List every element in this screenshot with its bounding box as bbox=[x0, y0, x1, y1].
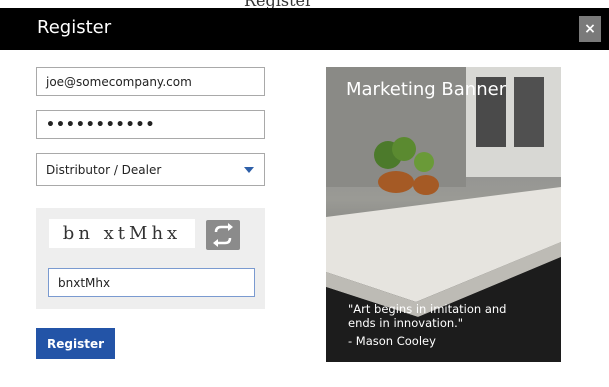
dialog-title: Register bbox=[37, 17, 112, 38]
chevron-down-icon bbox=[244, 167, 254, 173]
banner-quote: "Art begins in imitation and ends in inn… bbox=[348, 302, 507, 330]
banner-quote-author: - Mason Cooley bbox=[348, 334, 436, 348]
close-icon: × bbox=[584, 21, 596, 37]
email-value: joe@somecompany.com bbox=[46, 74, 192, 89]
captcha-panel: bn xtMhx bnxtMhx bbox=[36, 208, 265, 309]
register-button[interactable]: Register bbox=[36, 328, 115, 359]
captcha-input-value: bnxtMhx bbox=[58, 275, 111, 290]
close-button[interactable]: × bbox=[579, 16, 601, 42]
role-select[interactable]: Distributor / Dealer bbox=[36, 153, 265, 186]
role-selected-value: Distributor / Dealer bbox=[46, 162, 162, 177]
password-value: ••••••••••• bbox=[46, 116, 156, 133]
register-button-label: Register bbox=[46, 336, 105, 351]
captcha-refresh-button[interactable] bbox=[206, 220, 240, 250]
email-field[interactable]: joe@somecompany.com bbox=[36, 67, 265, 96]
captcha-text: bn xtMhx bbox=[62, 223, 182, 244]
refresh-icon bbox=[213, 223, 233, 247]
captcha-input[interactable]: bnxtMhx bbox=[48, 268, 255, 297]
cropped-heading-text: Register bbox=[244, 0, 313, 8]
captcha-image: bn xtMhx bbox=[49, 219, 195, 248]
banner-title: Marketing Banner bbox=[346, 79, 507, 100]
marketing-banner: Marketing Banner "Art begins in imitatio… bbox=[326, 67, 561, 362]
top-cropped-heading: Register bbox=[0, 0, 609, 8]
password-field[interactable]: ••••••••••• bbox=[36, 110, 265, 139]
dialog-title-bar: Register × bbox=[0, 8, 609, 50]
